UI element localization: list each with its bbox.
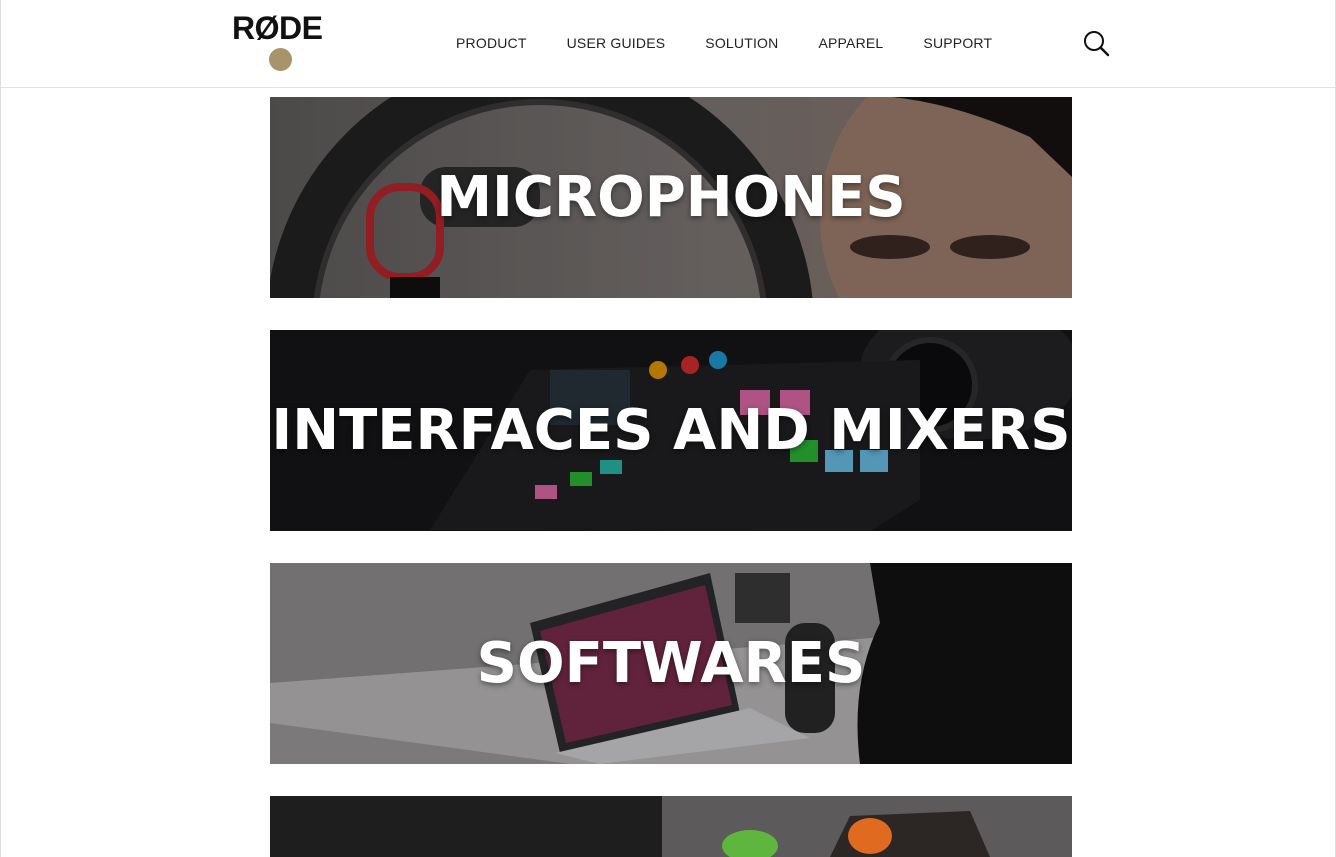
category-title: SOFTWARES [476,631,866,696]
nav-item-apparel[interactable]: APPAREL [818,33,883,53]
category-banner-softwares[interactable]: SOFTWARES [270,563,1072,764]
category-title [270,796,1072,857]
category-title: MICROPHONES [436,165,906,230]
nav-item-product[interactable]: PRODUCT [456,33,527,53]
search-icon [1084,31,1110,57]
nav-item-support[interactable]: SUPPORT [923,33,992,53]
category-banner-4[interactable] [270,796,1072,857]
rode-logo[interactable]: RØDE [232,12,332,74]
category-banner-interfaces-and-mixers[interactable]: INTERFACES AND MIXERS [270,330,1072,531]
category-title: INTERFACES AND MIXERS [271,398,1071,463]
logo-dot [269,48,292,71]
logo-wordmark: RØDE [232,10,323,46]
site-header: RØDE PRODUCT USER GUIDES SOLUTION APPARE… [1,0,1335,88]
main-nav: PRODUCT USER GUIDES SOLUTION APPAREL SUP… [456,33,1032,53]
category-banner-microphones[interactable]: MICROPHONES [270,97,1072,298]
search-button[interactable] [1081,28,1111,58]
page: RØDE PRODUCT USER GUIDES SOLUTION APPARE… [0,0,1336,857]
nav-item-solution[interactable]: SOLUTION [705,33,778,53]
nav-item-user-guides[interactable]: USER GUIDES [567,33,666,53]
